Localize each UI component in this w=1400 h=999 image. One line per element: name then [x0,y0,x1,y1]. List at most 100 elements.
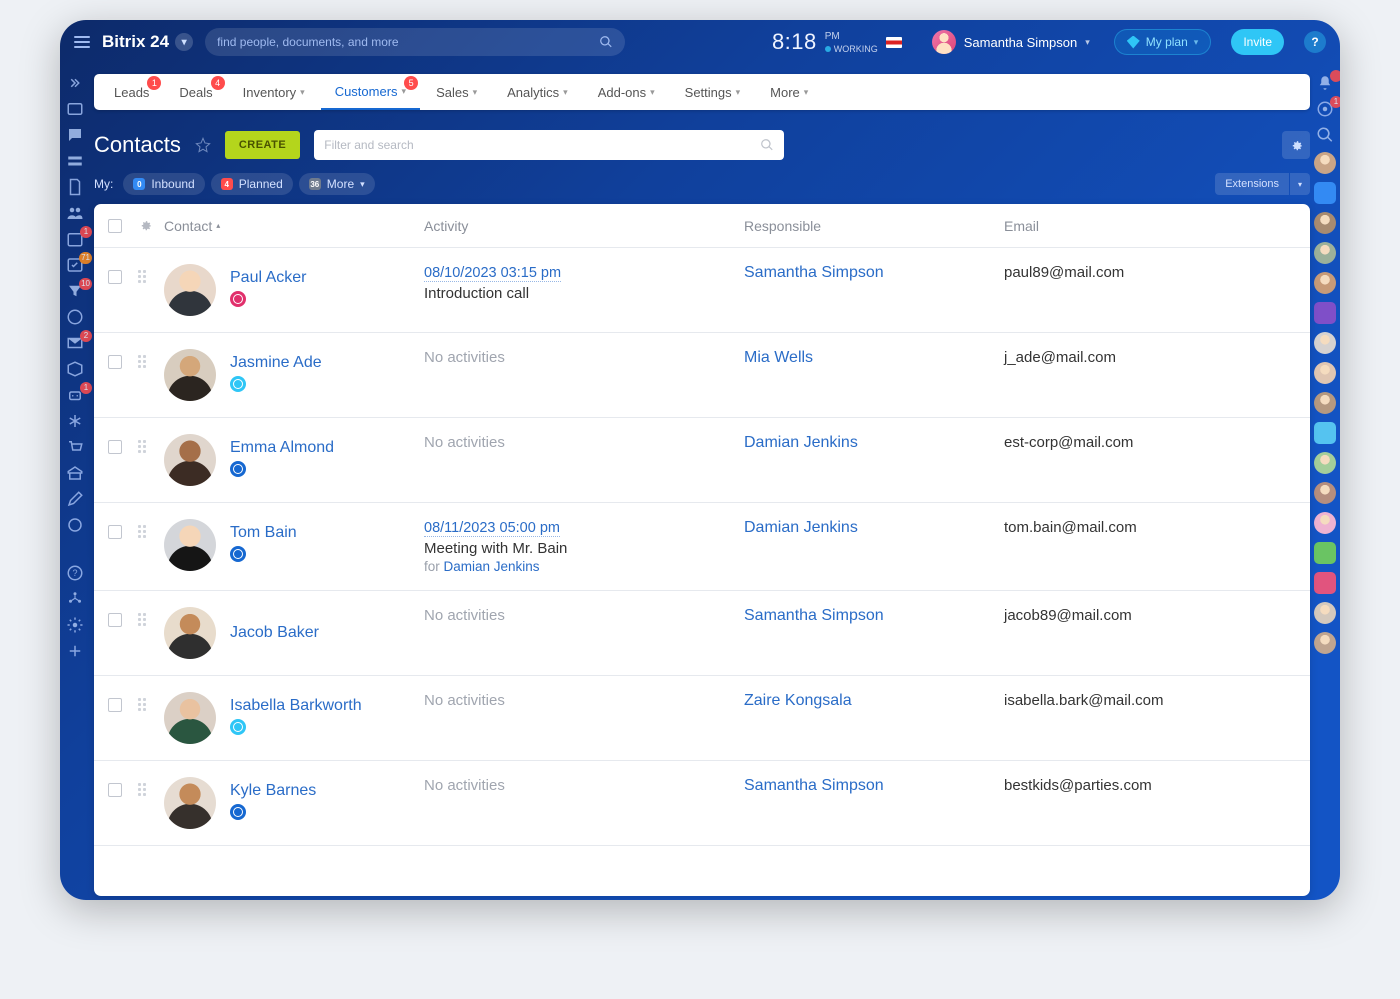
contact-bubble[interactable] [1314,452,1336,474]
responsible-person[interactable]: Zaire Kongsala [744,692,852,709]
window-icon[interactable] [66,100,84,118]
box-icon[interactable] [66,360,84,378]
drag-handle-icon[interactable] [138,440,152,454]
app-tile[interactable] [1314,542,1336,564]
contact-name[interactable]: Paul Acker [230,269,306,287]
tray-icon[interactable] [66,152,84,170]
contact-email[interactable]: isabella.bark@mail.com [1004,692,1163,709]
mail-icon[interactable]: 2 [66,334,84,352]
responsible-person[interactable]: Samantha Simpson [744,264,884,281]
col-activity[interactable]: Activity [424,218,468,234]
drag-handle-icon[interactable] [138,613,152,627]
cart-icon[interactable] [66,438,84,456]
drag-handle-icon[interactable] [138,355,152,369]
contact-bubble[interactable] [1314,512,1336,534]
select-all-checkbox[interactable] [108,219,122,233]
contact-name[interactable]: Kyle Barnes [230,782,316,800]
contact-name[interactable]: Isabella Barkworth [230,697,362,715]
activity-for-person[interactable]: Damian Jenkins [444,559,540,574]
settings-icon[interactable] [66,616,84,634]
search-input[interactable] [217,35,591,49]
activity-date[interactable]: 08/10/2023 03:15 pm [424,265,561,282]
contact-email[interactable]: j_ade@mail.com [1004,349,1116,366]
row-checkbox[interactable] [108,440,122,454]
responsible-person[interactable]: Samantha Simpson [744,607,884,624]
global-search[interactable] [205,28,625,56]
contact-bubble[interactable] [1314,212,1336,234]
contact-bubble[interactable] [1314,272,1336,294]
invite-button[interactable]: Invite [1231,29,1284,55]
chip-inbound[interactable]: 0Inbound [123,173,204,195]
activity-date[interactable]: 08/11/2023 05:00 pm [424,520,560,537]
contact-email[interactable]: tom.bain@mail.com [1004,519,1137,536]
contact-avatar[interactable] [164,692,216,744]
menu-item-more[interactable]: More▾ [756,74,822,110]
sort-contact[interactable]: Contact▴ [164,218,220,234]
help-icon[interactable]: ? [66,564,84,582]
gauge-icon[interactable] [66,308,84,326]
pencil-icon[interactable] [66,490,84,508]
contact-name[interactable]: Emma Almond [230,439,334,457]
search-icon[interactable] [1316,126,1334,144]
drag-handle-icon[interactable] [138,783,152,797]
contact-avatar[interactable] [164,434,216,486]
responsible-person[interactable]: Mia Wells [744,349,813,366]
responsible-person[interactable]: Damian Jenkins [744,519,858,536]
drag-handle-icon[interactable] [138,698,152,712]
chip-planned[interactable]: 4Planned [211,173,293,195]
contact-email[interactable]: bestkids@parties.com [1004,777,1152,794]
col-responsible[interactable]: Responsible [744,218,821,234]
contact-avatar[interactable] [164,264,216,316]
contact-email[interactable]: paul89@mail.com [1004,264,1124,281]
create-button[interactable]: CREATE [225,131,300,159]
bank-icon[interactable] [66,464,84,482]
app-tile[interactable] [1314,572,1336,594]
contact-name[interactable]: Jasmine Ade [230,354,322,372]
menu-item-inventory[interactable]: Inventory▾ [229,74,319,110]
drag-handle-icon[interactable] [138,270,152,284]
menu-item-deals[interactable]: Deals4 [165,74,226,110]
contact-bubble[interactable] [1314,152,1336,174]
contact-bubble[interactable] [1314,482,1336,504]
chat-icon[interactable] [66,126,84,144]
col-email[interactable]: Email [1004,218,1039,234]
asterisk-icon[interactable] [66,412,84,430]
app-tile[interactable] [1314,182,1336,204]
page-settings-button[interactable] [1282,131,1310,159]
menu-item-sales[interactable]: Sales▾ [422,74,491,110]
extensions-button[interactable]: Extensions [1215,173,1289,195]
copilot-icon[interactable]: 1 [1316,100,1334,118]
app-tile[interactable] [1314,302,1336,324]
arrows-icon[interactable] [66,74,84,92]
contact-avatar[interactable] [164,349,216,401]
user-menu[interactable]: Samantha Simpson ▾ [932,30,1090,54]
menu-item-leads[interactable]: Leads1 [100,74,163,110]
responsible-person[interactable]: Samantha Simpson [744,777,884,794]
my-plan-button[interactable]: My plan ▾ [1114,29,1212,55]
menu-item-customers[interactable]: Customers▾5 [321,74,420,110]
contact-avatar[interactable] [164,607,216,659]
contact-bubble[interactable] [1314,332,1336,354]
star-icon[interactable] [195,137,211,153]
brand[interactable]: Bitrix 24 ▾ [102,32,193,52]
table-settings[interactable] [138,218,164,233]
filter-search[interactable] [314,130,784,160]
contact-bubble[interactable] [1314,242,1336,264]
row-checkbox[interactable] [108,270,122,284]
contact-avatar[interactable] [164,519,216,571]
row-checkbox[interactable] [108,698,122,712]
contact-bubble[interactable] [1314,392,1336,414]
tasks-icon[interactable]: 71 [66,256,84,274]
contact-bubble[interactable] [1314,632,1336,654]
contact-email[interactable]: jacob89@mail.com [1004,607,1132,624]
filter-icon[interactable]: 10 [66,282,84,300]
robot-icon[interactable]: 1 [66,386,84,404]
row-checkbox[interactable] [108,355,122,369]
responsible-person[interactable]: Damian Jenkins [744,434,858,451]
drag-handle-icon[interactable] [138,525,152,539]
chip-more[interactable]: 36More▾ [299,173,375,195]
hamburger-icon[interactable] [74,36,90,48]
contact-name[interactable]: Jacob Baker [230,624,319,642]
bell-icon[interactable] [1316,74,1334,92]
team-icon[interactable] [66,204,84,222]
